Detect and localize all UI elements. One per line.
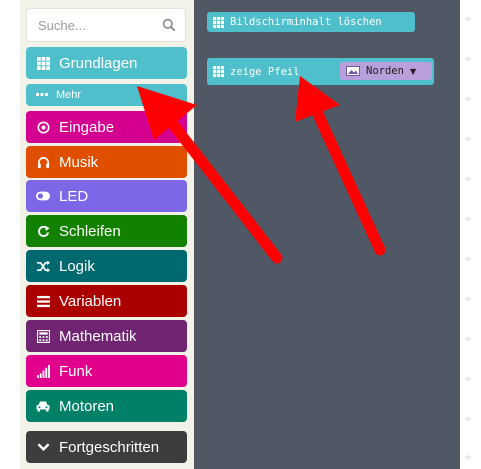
category-label: Schleifen <box>59 222 121 240</box>
workspace-margin: + + + + + + + + + + + + <box>460 0 481 469</box>
grid-plus-icon: + <box>464 294 473 305</box>
block-show-arrow[interactable]: zeige Pfeil Norden ▼ <box>207 58 434 85</box>
grid-plus-icon: + <box>464 54 473 65</box>
grid-icon <box>36 56 50 70</box>
grid-plus-icon: + <box>464 174 473 185</box>
category-label: Variablen <box>59 292 122 310</box>
category-label: Motoren <box>59 397 115 415</box>
grid-plus-icon: + <box>464 374 473 385</box>
dropdown-value: Norden <box>366 65 404 77</box>
category-funk[interactable]: Funk <box>26 355 187 387</box>
grid-plus-icon: + <box>464 414 473 425</box>
target-icon <box>36 120 50 134</box>
category-motoren[interactable]: Motoren <box>26 390 187 422</box>
category-label: Mehr <box>56 89 82 101</box>
calculator-icon <box>36 329 50 343</box>
more-dots-icon <box>36 88 48 102</box>
signal-bars-icon <box>36 364 50 378</box>
arrow-direction-dropdown[interactable]: Norden ▼ <box>340 62 432 80</box>
list-icon <box>36 294 50 308</box>
grid-plus-icon: + <box>464 94 473 105</box>
search-box[interactable] <box>26 8 186 42</box>
caret-down-icon: ▼ <box>409 66 417 76</box>
category-label: Eingabe <box>59 118 115 136</box>
headphones-icon <box>36 155 50 169</box>
block-label: Bildschirminhalt löschen <box>230 16 382 28</box>
category-grundlagen[interactable]: Grundlagen <box>26 47 187 79</box>
toggle-icon <box>36 189 50 203</box>
workspace[interactable]: Bildschirminhalt löschen zeige Pfeil Nor… <box>194 0 460 469</box>
category-fortgeschritten[interactable]: Fortgeschritten <box>26 431 187 463</box>
category-label: Musik <box>59 153 99 171</box>
search-input[interactable] <box>27 9 158 41</box>
grid-plus-icon: + <box>464 254 473 265</box>
category-label: LED <box>59 187 89 205</box>
category-mathematik[interactable]: Mathematik <box>26 320 187 352</box>
category-label: Logik <box>59 257 95 275</box>
category-label: Mathematik <box>59 327 137 345</box>
grid-plus-icon: + <box>464 452 473 463</box>
grid-plus-icon: + <box>464 14 473 25</box>
car-icon <box>36 399 50 413</box>
block-clear-screen[interactable]: Bildschirminhalt löschen <box>207 12 415 32</box>
refresh-icon <box>36 224 50 238</box>
category-eingabe[interactable]: Eingabe <box>26 111 187 143</box>
category-variablen[interactable]: Variablen <box>26 285 187 317</box>
category-label: Grundlagen <box>59 54 138 72</box>
grid-plus-icon: + <box>464 214 473 225</box>
category-musik[interactable]: Musik <box>26 146 187 178</box>
image-icon <box>346 66 360 76</box>
category-label: Funk <box>59 362 93 380</box>
search-icon[interactable] <box>162 18 176 32</box>
chevron-down-icon <box>36 440 50 454</box>
category-label: Fortgeschritten <box>59 438 160 456</box>
toolbox: Grundlagen Mehr Eingabe Musik <box>20 0 194 469</box>
block-label: zeige Pfeil <box>230 65 300 78</box>
shuffle-icon <box>36 259 50 273</box>
category-mehr[interactable]: Mehr <box>26 84 187 106</box>
grid-icon <box>213 16 224 28</box>
grid-icon <box>213 66 224 77</box>
category-schleifen[interactable]: Schleifen <box>26 215 187 247</box>
category-logik[interactable]: Logik <box>26 250 187 282</box>
category-led[interactable]: LED <box>26 180 187 212</box>
grid-plus-icon: + <box>464 334 473 345</box>
grid-plus-icon: + <box>464 134 473 145</box>
